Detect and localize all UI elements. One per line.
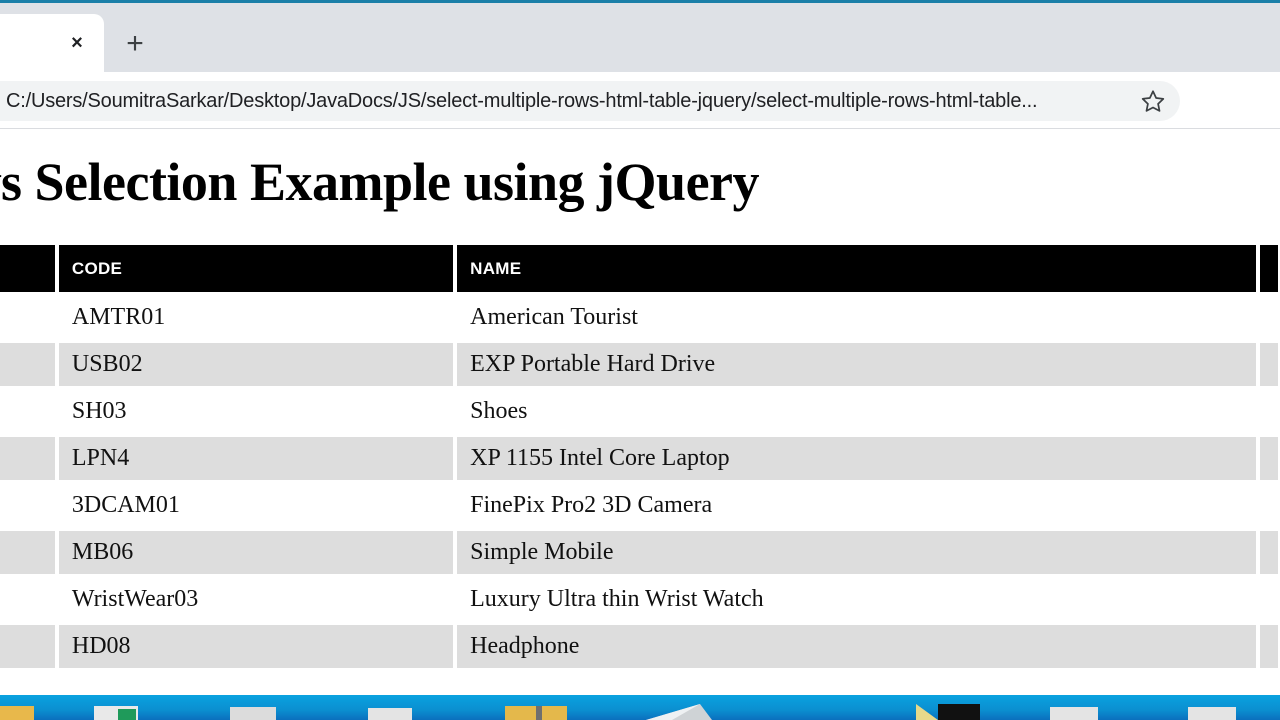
cell-code: WristWear03 [58,578,454,621]
taskbar-icons [0,704,1236,720]
table-row[interactable]: LPN4 XP 1155 Intel Core Laptop [0,437,1278,480]
table-row[interactable]: USB02 EXP Portable Hard Drive [0,343,1278,386]
table-row[interactable]: MB06 Simple Mobile [0,531,1278,574]
cell-extra [1260,437,1278,480]
row-select-cell[interactable] [0,296,55,339]
cell-code: SH03 [58,390,454,433]
page-title: ple Rows Selection Example using jQuery [0,152,760,212]
windows-taskbar[interactable] [0,695,1280,720]
row-select-cell[interactable] [0,531,55,574]
table-row[interactable]: SH03 Shoes [0,390,1278,433]
row-select-cell[interactable] [0,390,55,433]
address-bar[interactable]: C:/Users/SoumitraSarkar/Desktop/JavaDocs… [0,81,1180,121]
cell-name: Simple Mobile [457,531,1257,574]
bookmark-star-icon[interactable] [1140,88,1166,114]
tab-title: ...tion Exa [0,33,48,53]
cell-name: FinePix Pro2 3D Camera [457,484,1257,527]
cell-extra [1260,625,1278,668]
browser-tab[interactable]: ...tion Exa × [0,14,104,72]
table-body: AMTR01 American Tourist USB02 EXP Portable … [0,296,1278,668]
cell-name: Headphone [457,625,1257,668]
table-row[interactable]: AMTR01 American Tourist [0,296,1278,339]
cell-extra [1260,343,1278,386]
cell-extra [1260,390,1278,433]
tab-strip: ...tion Exa × + [0,3,1280,72]
cell-code: 3DCAM01 [58,484,454,527]
row-select-cell[interactable] [0,578,55,621]
cell-name: American Tourist [457,296,1257,339]
products-table: CODE NAME AMTR01 American Tourist USB02 EXP… [0,241,1280,672]
table-header: CODE NAME [0,245,1278,292]
cell-code: MB06 [58,531,454,574]
row-select-cell[interactable] [0,625,55,668]
cell-extra [1260,578,1278,621]
cell-code: AMTR01 [58,296,454,339]
browser-toolbar: C:/Users/SoumitraSarkar/Desktop/JavaDocs… [0,72,1280,180]
column-header-extra[interactable] [1260,245,1278,292]
column-header-name[interactable]: NAME [457,245,1257,292]
cell-code: LPN4 [58,437,454,480]
url-text: C:/Users/SoumitraSarkar/Desktop/JavaDocs… [6,89,1038,112]
cell-code: HD08 [58,625,454,668]
column-header-select[interactable] [0,245,55,292]
cell-extra [1260,484,1278,527]
close-icon[interactable]: × [66,32,88,54]
table-row[interactable]: WristWear03 Luxury Ultra thin Wrist Watch [0,578,1278,621]
cell-name: XP 1155 Intel Core Laptop [457,437,1257,480]
cell-extra [1260,531,1278,574]
cell-name: Shoes [457,390,1257,433]
row-select-cell[interactable] [0,343,55,386]
column-header-code[interactable]: CODE [58,245,454,292]
screen: ...tion Exa × + C:/Users/SoumitraSarkar/… [0,0,1280,720]
table-row[interactable]: HD08 Headphone [0,625,1278,668]
cell-code: USB02 [58,343,454,386]
row-select-cell[interactable] [0,484,55,527]
table-row[interactable]: 3DCAM01 FinePix Pro2 3D Camera [0,484,1278,527]
cell-name: EXP Portable Hard Drive [457,343,1257,386]
cell-extra [1260,296,1278,339]
row-select-cell[interactable] [0,437,55,480]
new-tab-icon[interactable]: + [118,27,152,61]
web-page-content: ple Rows Selection Example using jQuery … [0,130,1280,695]
cell-name: Luxury Ultra thin Wrist Watch [457,578,1257,621]
table-header-row: CODE NAME [0,245,1278,292]
